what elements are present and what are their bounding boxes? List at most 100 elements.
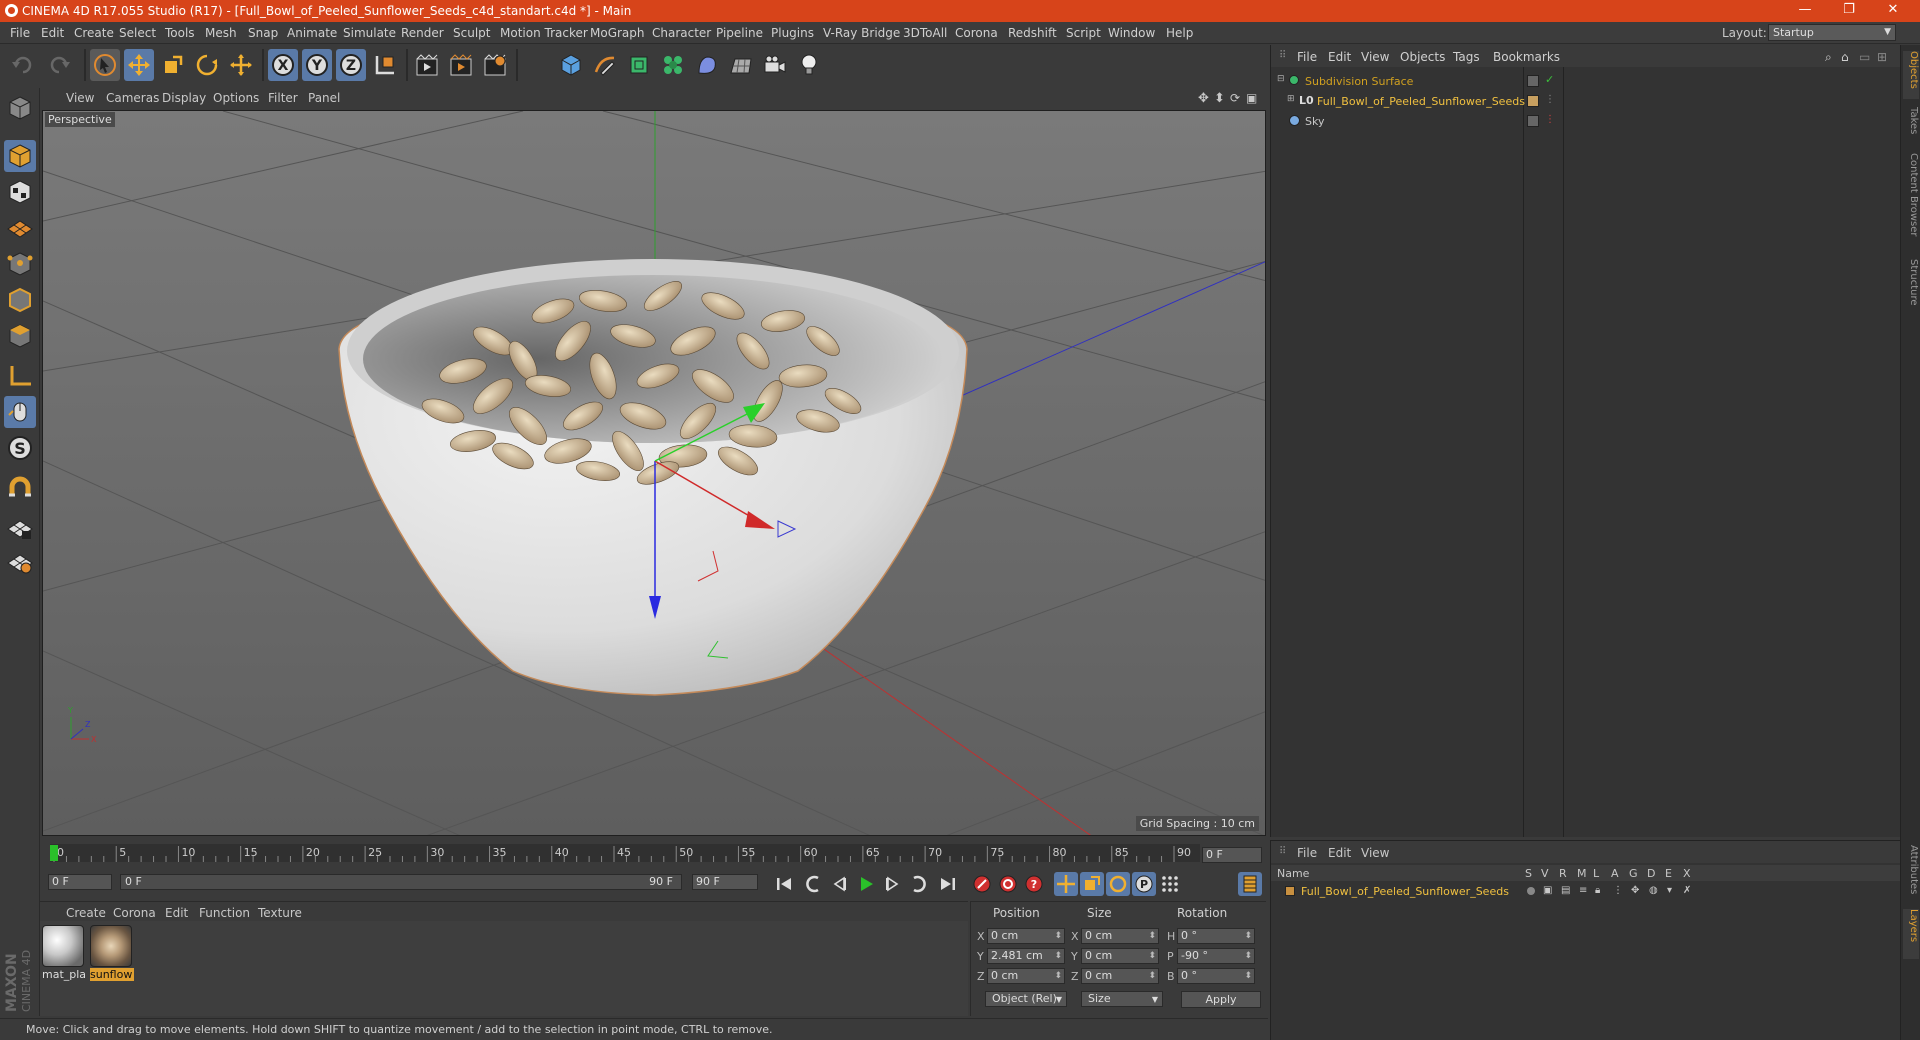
object-row-sky[interactable]: Sky ⋮ (1271, 112, 1901, 132)
enabled-check-icon[interactable]: ✓ (1545, 73, 1554, 86)
close-button[interactable]: ✕ (1878, 2, 1908, 17)
collapse-icon[interactable]: ⊟ (1277, 74, 1285, 84)
restore-button[interactable]: ❐ (1834, 2, 1864, 17)
objects-menu-edit[interactable]: Edit (1328, 50, 1351, 64)
material-thumbnail[interactable]: sunflow (90, 925, 134, 981)
keyframe-selection-button[interactable]: ? (1022, 872, 1046, 896)
render-settings-button[interactable] (480, 49, 510, 81)
cloner-button[interactable] (658, 49, 688, 81)
frame-range-slider[interactable]: 0 F 90 F (120, 874, 682, 890)
subdivision-surface-button[interactable] (624, 49, 654, 81)
texture-mode-button[interactable] (4, 176, 36, 208)
object-row-bowl[interactable]: ⊞ L0 Full_Bowl_of_Peeled_Sunflower_Seeds… (1271, 92, 1901, 112)
render-to-picture-viewer-button[interactable] (446, 49, 476, 81)
lock-icon[interactable]: 🔒︎ (1595, 885, 1600, 896)
menu-render[interactable]: Render (401, 26, 444, 40)
objects-menu-tags[interactable]: Tags (1453, 50, 1480, 64)
objects-menu-objects[interactable]: Objects (1400, 50, 1445, 64)
expand-icon[interactable]: ⊞ (1877, 50, 1887, 64)
current-frame-field[interactable]: 0 F (1202, 847, 1262, 863)
menu-plugins[interactable]: Plugins (771, 26, 814, 40)
tweak-mode-button[interactable] (4, 396, 36, 428)
rotate-tool-button[interactable] (192, 49, 222, 81)
viewport-menu-display[interactable]: Display (162, 91, 206, 105)
material-menu-corona[interactable]: Corona (113, 906, 156, 920)
layers-menu-view[interactable]: View (1361, 846, 1389, 860)
x-axis-lock-button[interactable]: X (268, 49, 298, 81)
viewport-menu-filter[interactable]: Filter (268, 91, 298, 105)
timeline-window-button[interactable] (1238, 872, 1262, 896)
previous-frame-button[interactable] (828, 872, 852, 896)
menu-3dtoall[interactable]: 3DToAll (903, 26, 947, 40)
material-tag-icon[interactable] (1527, 95, 1539, 107)
visibility-dots-icon[interactable]: ⋮ (1545, 94, 1555, 105)
auto-keying-button[interactable] (996, 872, 1020, 896)
magnet-tool-button[interactable] (4, 472, 36, 504)
position-y-field[interactable]: 2.481 cm (987, 948, 1065, 964)
size-z-field[interactable]: 0 cm (1081, 968, 1159, 984)
undo-button[interactable] (8, 49, 38, 81)
move-tool-button[interactable] (124, 49, 154, 81)
layout-select[interactable]: Startup ▼ (1768, 24, 1896, 41)
workplane-lock-button[interactable] (4, 512, 36, 544)
coord-mode-dropdown[interactable]: Object (Rel) ▼ (985, 991, 1067, 1007)
position-x-field[interactable]: 0 cm (987, 928, 1065, 944)
key-position-button[interactable] (1054, 872, 1078, 896)
apply-button[interactable]: Apply (1181, 991, 1261, 1008)
menu-simulate[interactable]: Simulate (343, 26, 396, 40)
animation-icon[interactable]: ⋮ (1613, 885, 1623, 896)
menu-select[interactable]: Select (119, 26, 156, 40)
play-button[interactable] (854, 872, 878, 896)
y-axis-lock-button[interactable]: Y (302, 49, 332, 81)
objects-menu-file[interactable]: File (1297, 50, 1317, 64)
menu-pipeline[interactable]: Pipeline (716, 26, 763, 40)
end-frame-field[interactable]: 90 F (692, 874, 758, 890)
visibility-dots-icon[interactable]: ⋮ (1545, 114, 1555, 125)
size-x-field[interactable]: 0 cm (1081, 928, 1159, 944)
visible-render-icon[interactable]: ▤ (1561, 885, 1570, 896)
model-mode-button[interactable] (4, 140, 36, 172)
tab-structure[interactable]: Structure (1903, 259, 1919, 319)
tab-content-browser[interactable]: Content Browser (1903, 153, 1919, 253)
go-to-start-button[interactable] (772, 872, 796, 896)
viewport-toggle-icon[interactable]: ▣ (1246, 91, 1257, 105)
menu-script[interactable]: Script (1066, 26, 1101, 40)
scale-tool-button[interactable] (158, 49, 188, 81)
viewport-menu-view[interactable]: View (66, 91, 94, 105)
transform-tool-button[interactable] (226, 49, 256, 81)
layer-row[interactable]: Full_Bowl_of_Peeled_Sunflower_Seeds ▣ ▤ … (1271, 883, 1901, 901)
visible-editor-icon[interactable]: ▣ (1543, 885, 1552, 896)
record-keys-button[interactable] (970, 872, 994, 896)
rotation-h-field[interactable]: 0 ° (1177, 928, 1255, 944)
viewport-move-icon[interactable]: ✥ (1198, 91, 1209, 106)
position-z-field[interactable]: 0 cm (987, 968, 1065, 984)
search-icon[interactable]: ⌕ (1825, 50, 1832, 65)
panel-grip-icon[interactable]: ⠿ (1279, 50, 1286, 61)
next-key-button[interactable] (906, 872, 930, 896)
workplane-align-button[interactable] (4, 546, 36, 578)
cube-object-button[interactable] (556, 49, 586, 81)
layers-menu-edit[interactable]: Edit (1328, 846, 1351, 860)
menu-sculpt[interactable]: Sculpt (453, 26, 490, 40)
redo-button[interactable] (44, 49, 74, 81)
render-tag-icon[interactable] (1527, 75, 1539, 87)
material-menu-texture[interactable]: Texture (258, 906, 302, 920)
menu-mograph[interactable]: MoGraph (590, 26, 645, 40)
deformer-button[interactable] (692, 49, 722, 81)
panel-grip-icon[interactable]: ⠿ (1279, 846, 1286, 857)
minimize-button[interactable]: — (1790, 2, 1820, 17)
menu-help[interactable]: Help (1166, 26, 1193, 40)
menu-file[interactable]: File (10, 26, 30, 40)
home-icon[interactable]: ⌂ (1841, 50, 1849, 64)
viewport-menu-options[interactable]: Options (213, 91, 259, 105)
manager-icon[interactable]: ≡ (1579, 885, 1587, 896)
floor-button[interactable] (726, 49, 756, 81)
viewport-rotate-icon[interactable]: ⟳ (1230, 91, 1240, 105)
timeline[interactable]: 0 5 10 15 20 25 30 35 40 45 50 55 60 65 70 75 80 85 90 0 F (42, 838, 1266, 866)
new-view-icon[interactable]: ▭ (1859, 50, 1870, 64)
solo-toggle-icon[interactable] (1527, 887, 1535, 895)
tab-takes[interactable]: Takes (1903, 107, 1919, 147)
menu-create[interactable]: Create (74, 26, 114, 40)
camera-button[interactable] (760, 49, 790, 81)
menu-tools[interactable]: Tools (165, 26, 195, 40)
